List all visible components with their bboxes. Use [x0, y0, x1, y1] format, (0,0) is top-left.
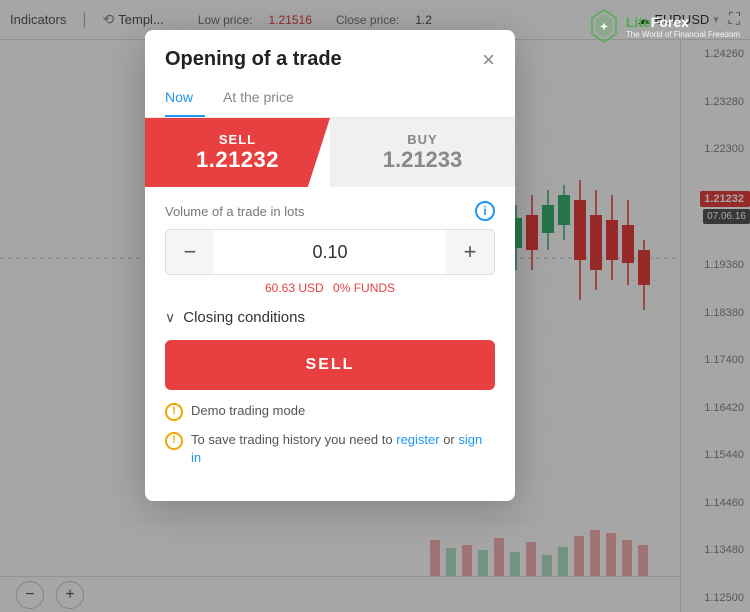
demo-mode-icon: ! [165, 403, 183, 421]
modal-title: Opening of a trade [165, 48, 342, 71]
volume-control: − + [165, 229, 495, 275]
register-link[interactable]: register [396, 432, 439, 447]
save-history-text-before: To save trading history you need to [191, 432, 396, 447]
closing-conditions-section: ∨ Closing conditions [145, 295, 515, 326]
closing-conditions-label: Closing conditions [183, 309, 305, 326]
volume-label: Volume of a trade in lots [165, 204, 304, 219]
sell-price-button[interactable]: SELL 1.21232 [145, 118, 330, 187]
buy-price: 1.21233 [330, 147, 515, 173]
liteforex-logo-icon: ✦ [586, 8, 622, 44]
svg-text:✦: ✦ [600, 22, 608, 33]
volume-label-row: Volume of a trade in lots i [165, 201, 495, 221]
sell-action-button[interactable]: SELL [165, 340, 495, 390]
volume-decrease-button[interactable]: − [166, 230, 214, 274]
volume-section: Volume of a trade in lots i − + 60.63 US… [145, 187, 515, 295]
volume-input[interactable] [214, 230, 446, 274]
tab-at-price[interactable]: At the price [223, 81, 306, 117]
buy-label: BUY [330, 132, 515, 147]
save-history-notice: ! To save trading history you need to re… [165, 431, 495, 467]
save-history-text-middle: or [440, 432, 459, 447]
trade-modal: Opening of a trade × Now At the price SE… [145, 30, 515, 501]
liteforex-tagline: The World of Financial Freedom [626, 30, 740, 39]
demo-mode-text: Demo trading mode [191, 402, 305, 420]
volume-info: 60.63 USD 0% FUNDS [165, 281, 495, 295]
volume-increase-button[interactable]: + [446, 230, 494, 274]
save-history-text: To save trading history you need to regi… [191, 431, 495, 467]
chevron-down-icon: ∨ [165, 309, 175, 326]
volume-funds-label: 0% FUNDS [333, 281, 395, 295]
tab-now[interactable]: Now [165, 81, 205, 117]
closing-conditions-toggle[interactable]: ∨ Closing conditions [165, 309, 495, 326]
modal-tabs: Now At the price [145, 81, 515, 118]
sell-label: SELL [145, 132, 330, 147]
save-history-icon: ! [165, 432, 183, 450]
modal-header: Opening of a trade × [145, 30, 515, 81]
demo-mode-notice: ! Demo trading mode [165, 402, 495, 421]
buy-price-button[interactable]: BUY 1.21233 [330, 118, 515, 187]
modal-close-button[interactable]: × [482, 49, 495, 71]
notice-section: ! Demo trading mode ! To save trading hi… [145, 390, 515, 467]
liteforex-name: LiteForex [626, 14, 740, 30]
sell-price: 1.21232 [145, 147, 330, 173]
volume-usd: 60.63 USD [265, 281, 324, 295]
trade-buttons: SELL 1.21232 BUY 1.21233 [145, 118, 515, 187]
volume-info-icon[interactable]: i [475, 201, 495, 221]
liteforex-logo: ✦ LiteForex The World of Financial Freed… [586, 8, 740, 44]
